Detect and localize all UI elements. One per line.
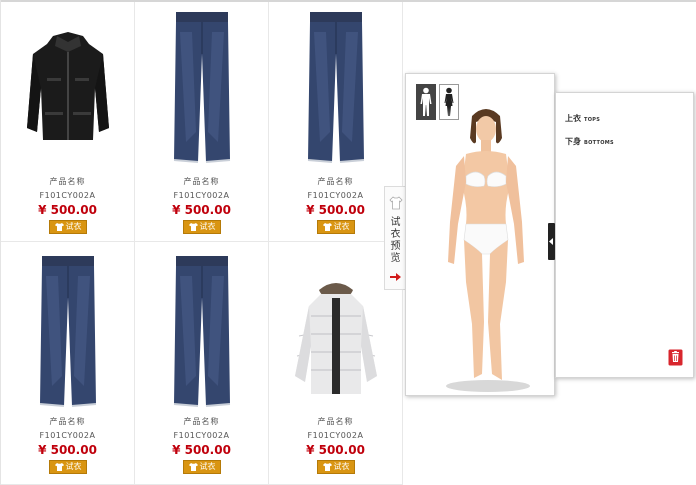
product-image-jeans[interactable] [269, 8, 402, 168]
product-image-white-down-jacket[interactable] [269, 256, 402, 416]
product-price: ¥ 500.00 [172, 443, 231, 457]
category-tops-label: 上衣 [565, 114, 581, 123]
product-name[interactable]: 产品名称 [135, 416, 268, 427]
trash-icon[interactable] [668, 349, 683, 366]
product-card: 产品名称 F101CY002A ¥ 500.00 试衣 [1, 2, 135, 242]
product-price: ¥ 500.00 [306, 443, 365, 457]
product-code: F101CY002A [39, 191, 96, 200]
product-code: F101CY002A [173, 431, 230, 440]
category-bottoms-sublabel: BOTTOMS [584, 140, 614, 146]
shirt-icon [54, 463, 64, 471]
try-on-label: 试衣 [65, 462, 82, 471]
shirt-icon [322, 223, 332, 231]
product-price: ¥ 500.00 [38, 203, 97, 217]
try-on-button[interactable]: 试衣 [49, 220, 87, 234]
try-on-button[interactable]: 试衣 [183, 220, 221, 234]
product-grid: 产品名称 F101CY002A ¥ 500.00 试衣 产品名称 F101CY0… [1, 2, 403, 485]
product-name[interactable]: 产品名称 [269, 176, 402, 187]
product-price: ¥ 500.00 [306, 203, 365, 217]
product-card: 产品名称 F101CY002A ¥ 500.00 试衣 [135, 242, 269, 485]
shirt-icon [188, 223, 198, 231]
product-code: F101CY002A [39, 431, 96, 440]
try-on-label: 试衣 [333, 462, 350, 471]
product-price: ¥ 500.00 [38, 443, 97, 457]
category-tops-sublabel: TOPS [584, 117, 601, 123]
shirt-icon [388, 196, 403, 210]
arrow-right-icon[interactable] [390, 273, 401, 281]
try-on-button[interactable]: 试衣 [317, 220, 355, 234]
product-image-black-jacket[interactable] [1, 8, 134, 168]
product-image-jeans[interactable] [1, 252, 134, 412]
try-on-preview-label: 试衣预览 [390, 217, 401, 264]
page: 产品名称 F101CY002A ¥ 500.00 试衣 产品名称 F101CY0… [0, 0, 696, 485]
chevron-left-icon [549, 238, 553, 245]
try-on-label: 试衣 [65, 222, 82, 231]
try-on-preview-tab[interactable]: 试衣预览 [384, 186, 406, 290]
try-on-label: 试衣 [333, 222, 350, 231]
category-tops[interactable]: 上衣 TOPS [565, 113, 600, 124]
product-card: 产品名称 F101CY002A ¥ 500.00 试衣 [1, 242, 135, 485]
fitting-room-panel [405, 73, 555, 396]
try-on-button[interactable]: 试衣 [183, 460, 221, 474]
product-card: 产品名称 F101CY002A ¥ 500.00 试衣 [269, 2, 403, 242]
category-bottoms[interactable]: 下身 BOTTOMS [565, 136, 614, 147]
try-on-label: 试衣 [199, 462, 216, 471]
shirt-icon [322, 463, 332, 471]
try-on-label: 试衣 [199, 222, 216, 231]
product-name[interactable]: 产品名称 [1, 176, 134, 187]
product-price: ¥ 500.00 [172, 203, 231, 217]
collapse-handle[interactable] [548, 223, 555, 260]
product-name[interactable]: 产品名称 [1, 416, 134, 427]
try-on-button[interactable]: 试衣 [49, 460, 87, 474]
product-name[interactable]: 产品名称 [269, 416, 402, 427]
shirt-icon [188, 463, 198, 471]
product-code: F101CY002A [173, 191, 230, 200]
product-code: F101CY002A [307, 431, 364, 440]
category-bottoms-label: 下身 [565, 137, 581, 146]
product-image-jeans[interactable] [135, 252, 268, 412]
product-name[interactable]: 产品名称 [135, 176, 268, 187]
category-panel: 上衣 TOPS 下身 BOTTOMS [548, 92, 694, 378]
virtual-model-figure [446, 109, 530, 392]
product-image-jeans[interactable] [135, 8, 268, 168]
product-card: 产品名称 F101CY002A ¥ 500.00 试衣 [135, 2, 269, 242]
try-on-button[interactable]: 试衣 [317, 460, 355, 474]
product-code: F101CY002A [307, 191, 364, 200]
shirt-icon [54, 223, 64, 231]
product-card: 产品名称 F101CY002A ¥ 500.00 试衣 [269, 242, 403, 485]
